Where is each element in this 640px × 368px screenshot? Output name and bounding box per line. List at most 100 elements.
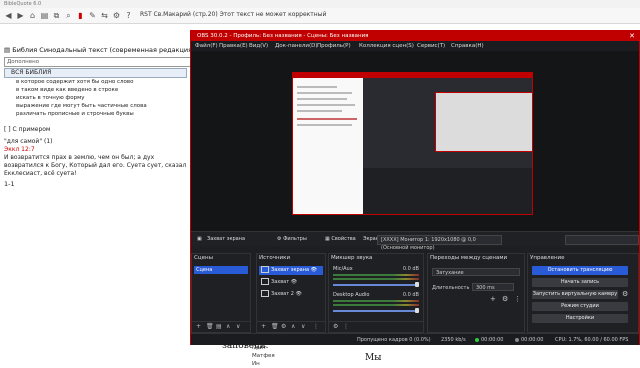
menu-view[interactable]: Вид(V) [249,43,268,49]
volume-slider-handle[interactable] [415,282,419,287]
search-options-tree: ВСЯ БИБЛИЯ в которое содержит хотя бы од… [4,68,187,118]
volume-meter [333,278,419,280]
tree-item[interactable]: различать прописные и строчные буквы [4,110,187,118]
gear-icon[interactable]: ⚙ [622,290,628,298]
sources-title: Источники [259,255,291,261]
memo-icon[interactable]: ✎ [88,11,97,20]
source-label: Захват [271,279,290,285]
scenes-dock: Сцены Сцена + 🗑 ▤ ∧ ∨ [191,253,251,333]
status-bar: Пропущено кадров 0 (0.0%) 2350 kb/s 00:0… [191,333,639,345]
visibility-icon[interactable]: 👁 [311,267,317,273]
remove-icon[interactable]: 🗑 [206,323,214,330]
tree-item[interactable]: в которое содержит хотя бы одно слово [4,78,187,86]
move-down-icon[interactable]: ∨ [236,323,240,330]
no-source-icon: ▣ [197,236,202,242]
volume-slider[interactable] [333,284,419,286]
copy-icon[interactable]: ⧉ [52,11,61,20]
volume-slider[interactable] [333,310,419,312]
obs-titlebar: OBS 30.0.2 - Профиль: Без названия - Сце… [191,31,639,41]
example-checkbox[interactable]: [ ] С примером [4,126,50,133]
add-transition-icon[interactable]: + [490,295,496,303]
visibility-icon[interactable]: 👁 [291,279,297,285]
gear-icon[interactable]: ⚙ [281,323,286,330]
source-item[interactable]: Захват экрана 👁 [259,266,323,275]
bookmark-icon[interactable]: ▮ [76,11,85,20]
volume-slider-handle[interactable] [415,308,419,313]
menu-edit[interactable]: Правка(E) [219,43,248,49]
add-icon[interactable]: + [261,323,266,330]
home-icon[interactable]: ⌂ [28,11,37,20]
compare-icon[interactable]: ⇆ [100,11,109,20]
mixer-channel-label: Mic/Aux [333,266,353,272]
studio-mode-button[interactable]: Режим студии [532,302,628,311]
move-up-icon[interactable]: ∧ [291,323,295,330]
print-icon[interactable]: ▤ [40,11,49,20]
rec-time-value: 00:00:00 [521,337,544,343]
more-icon[interactable]: ⋮ [313,323,319,330]
menu-help[interactable]: Справка(H) [451,43,484,49]
tree-head[interactable]: ВСЯ БИБЛИЯ [4,68,187,78]
start-virtual-camera-button[interactable]: Запустить виртуальную камеру [532,290,618,299]
list-item[interactable]: Прит [252,344,275,352]
audio-mixer-dock: Микшер звука Mic/Aux 0.0 dB Desktop Audi… [328,253,424,333]
obs-window-title: OBS 30.0.2 - Профиль: Без названия - Сце… [197,33,369,39]
stop-streaming-button[interactable]: Остановить трансляцию [532,266,628,275]
source-name: Захват экрана [207,236,246,242]
list-item[interactable]: Матфея [252,352,275,360]
menu-scene-collection[interactable]: Коллекция сцен(S) [359,43,414,49]
scene-item[interactable]: Сцена [194,266,248,274]
back-icon[interactable]: ◀ [4,11,13,20]
tree-item[interactable]: в таком виде как введено в строке [4,86,187,94]
settings-button[interactable]: Настройки [532,314,628,323]
help-icon[interactable]: ? [124,11,133,20]
start-recording-button[interactable]: Начать запись [532,278,628,287]
settings-icon[interactable]: ⚙ [112,11,121,20]
tree-item[interactable]: искать в точную форму [4,94,187,102]
source-item[interactable]: Захват 👁 [259,278,323,287]
verse-quote: "для самой" (1) [4,138,53,145]
visibility-icon[interactable]: 👁 [296,291,302,297]
monitor-icon [261,266,269,273]
transition-type-select[interactable]: Затухание [432,268,520,276]
scene-transitions-dock: Переходы между сценами Затухание Длитель… [427,253,525,333]
source-item[interactable]: Захват 2 👁 [259,290,323,299]
duration-input[interactable]: 300 ms [472,283,514,291]
close-icon[interactable]: ✕ [629,32,635,40]
dropped-frames: Пропущено кадров 0 (0.0%) [357,337,431,343]
move-down-icon[interactable]: ∨ [301,323,305,330]
book-icon: ▤ [4,46,11,54]
scenes-title: Сцены [194,255,213,261]
list-item[interactable]: Ин [252,360,275,368]
filter-icon[interactable]: ▤ [216,323,222,330]
rec-icon [515,337,519,342]
gear-icon[interactable]: ⚙ [502,295,508,303]
search-icon[interactable]: ⌕ [64,11,73,20]
mixer-channel-db: 0.0 dB [402,266,419,272]
forward-icon[interactable]: ▶ [16,11,25,20]
menu-docks[interactable]: Док-панели(D) [275,43,318,49]
menu-profile[interactable]: Профиль(P) [317,43,351,49]
source-label: Захват 2 [271,291,294,297]
remove-icon[interactable]: 🗑 [271,323,279,330]
gear-icon[interactable]: ⚙ [333,323,338,330]
display-select[interactable]: [ХХХХ] Монитор 1: 1920х1080 @ 0,0 (Основ… [377,235,502,251]
volume-meter [333,300,419,302]
more-icon[interactable]: ⋮ [514,295,521,303]
verse-reference-link[interactable]: Эккл 12:7 [4,146,35,153]
bottom-list: Прит Матфея Ин [252,344,275,368]
menu-tools[interactable]: Сервис(T) [417,43,445,49]
preview-area[interactable] [191,51,639,244]
menu-file[interactable]: Файл(F) [195,43,218,49]
tree-item[interactable]: выражение где могут быть частичные слова [4,102,187,110]
search-input[interactable]: Дополнено [4,57,191,67]
more-icon[interactable]: ⋮ [343,323,349,330]
preview-canvas[interactable] [292,72,533,215]
add-icon[interactable]: + [196,323,201,330]
properties-button[interactable]: ▦ Свойства [325,235,356,243]
move-up-icon[interactable]: ∧ [226,323,230,330]
capture-method-select[interactable] [565,235,639,245]
filters-button[interactable]: ⚙ Фильтры [277,235,307,243]
bible-titlebar-text: BibleQuote 6.0 [4,1,42,7]
mixer-title: Микшер звука [331,255,373,261]
obs-window: OBS 30.0.2 - Профиль: Без названия - Сце… [190,30,640,345]
